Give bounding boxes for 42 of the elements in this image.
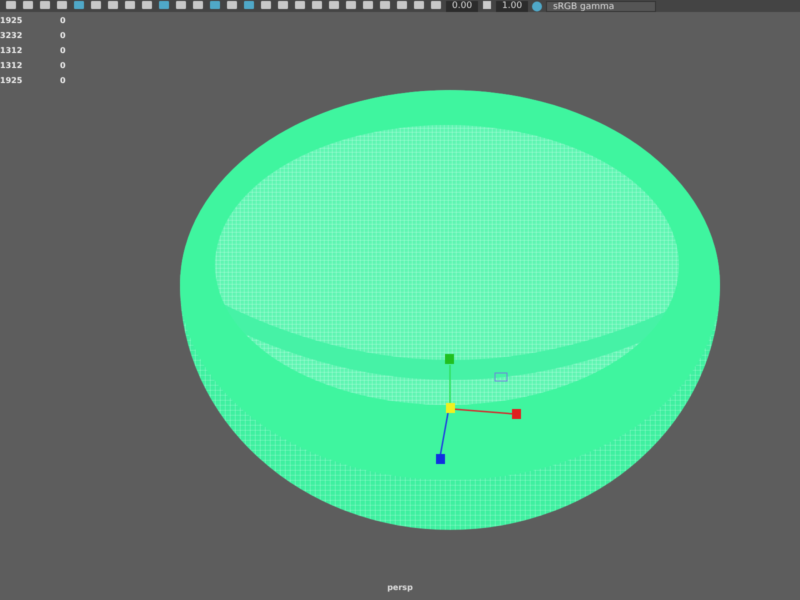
gamma-field[interactable]: 1.00 xyxy=(496,0,528,12)
toolbar-icon[interactable] xyxy=(242,1,256,11)
toolbar-icon[interactable] xyxy=(174,1,188,11)
toolbar-icon[interactable] xyxy=(327,1,341,11)
toolbar-icon[interactable] xyxy=(344,1,358,11)
toolbar-icon[interactable] xyxy=(157,1,171,11)
stat-value: 1925 xyxy=(0,15,24,27)
toolbar-icon[interactable] xyxy=(361,1,375,11)
toolbar-icon[interactable] xyxy=(21,1,35,11)
color-management-icon[interactable] xyxy=(531,0,544,12)
exposure-field[interactable]: 0.00 xyxy=(446,0,478,12)
toolbar-icon[interactable] xyxy=(38,1,52,11)
stat-value: 0 xyxy=(60,75,67,87)
toolbar-icon[interactable] xyxy=(293,1,307,11)
toolbar-icon[interactable] xyxy=(123,1,137,11)
stat-value: 0 xyxy=(60,45,67,57)
toolbar-icon[interactable] xyxy=(395,1,409,11)
stat-value: 1925 xyxy=(0,75,24,87)
toolbar-icon[interactable] xyxy=(72,1,86,11)
toolbar-icon[interactable] xyxy=(310,1,324,11)
toolbar-icon[interactable] xyxy=(481,1,494,11)
camera-label: persp xyxy=(387,583,413,592)
stat-value: 0 xyxy=(60,30,67,42)
stat-value: 0 xyxy=(60,15,67,27)
toolbar-icon[interactable] xyxy=(106,1,120,11)
toolbar-icon[interactable] xyxy=(4,1,18,11)
toolbar-icon[interactable] xyxy=(225,1,239,11)
toolbar-icon[interactable] xyxy=(259,1,273,11)
toolbar-icon[interactable] xyxy=(89,1,103,11)
toolbar-icon[interactable] xyxy=(191,1,205,11)
colorspace-dropdown[interactable]: sRGB gamma xyxy=(546,0,656,12)
stat-value: 0 xyxy=(60,60,67,72)
toolbar-icon[interactable] xyxy=(55,1,69,11)
toolbar-icon[interactable] xyxy=(276,1,290,11)
toolbar-icon[interactable] xyxy=(378,1,392,11)
stat-value: 3232 xyxy=(0,30,24,42)
toolbar-icon[interactable] xyxy=(140,1,154,11)
toolbar-icon[interactable] xyxy=(208,1,222,11)
toolbar-icon[interactable] xyxy=(429,1,443,11)
stat-value: 1312 xyxy=(0,60,24,72)
toolbar-icon[interactable] xyxy=(412,1,426,11)
stat-value: 1312 xyxy=(0,45,24,57)
